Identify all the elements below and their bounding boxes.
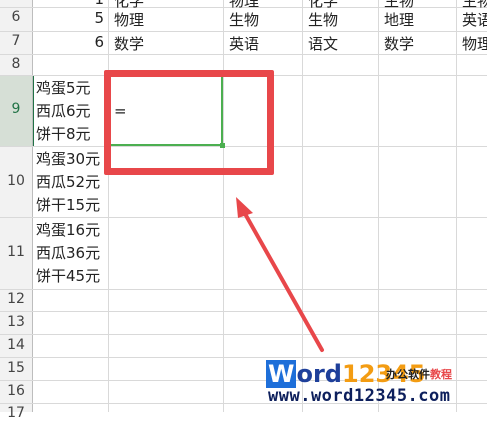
watermark-tag-normal: 办公软件 (386, 368, 430, 381)
watermark-tag-accent: 教程 (430, 368, 452, 381)
annotation-arrow-icon (236, 197, 324, 352)
watermark-tag: 办公软件教程 (386, 366, 452, 382)
watermark-brand-ord: ord (296, 360, 342, 388)
watermark-brand-w: W (266, 360, 297, 388)
watermark-url: www.word12345.com (268, 386, 451, 406)
watermark-logo: Word12345 办公软件教程 www.word12345.com (262, 360, 487, 410)
